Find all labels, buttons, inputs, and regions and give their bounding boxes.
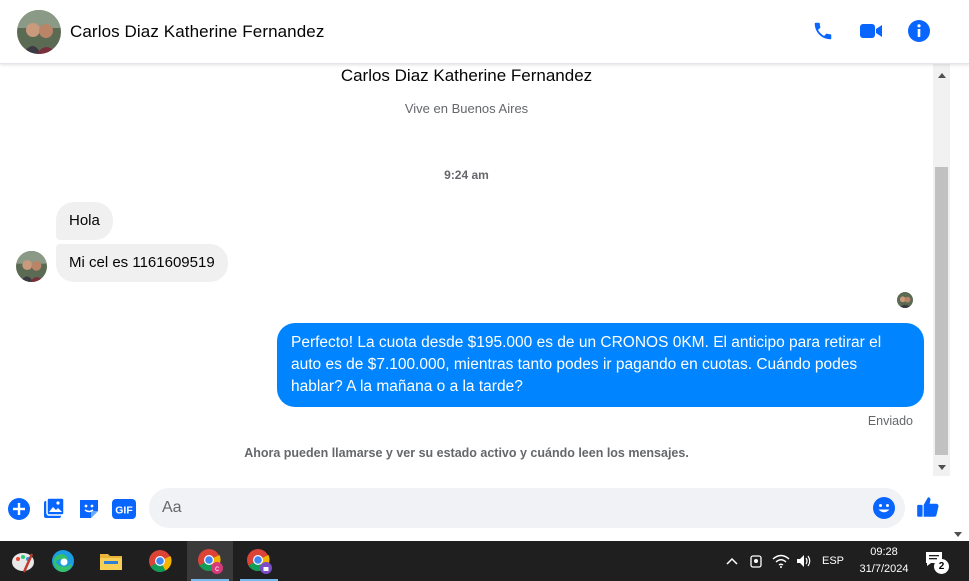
plus-icon[interactable] xyxy=(7,497,31,521)
scroll-down-arrow-icon[interactable] xyxy=(933,459,950,476)
scroll-up-arrow-icon[interactable] xyxy=(933,66,950,83)
contact-name[interactable]: Carlos Diaz Katherine Fernandez xyxy=(70,22,324,42)
system-clock[interactable]: 09:28 31/7/2024 xyxy=(852,544,916,578)
message-timestamp: 9:24 am xyxy=(444,168,489,182)
meet-now-icon[interactable] xyxy=(746,541,766,581)
notification-center[interactable]: 2 xyxy=(924,549,950,575)
profile-name: Carlos Diaz Katherine Fernandez xyxy=(340,66,593,85)
scrollbar[interactable] xyxy=(933,64,950,476)
message-list[interactable]: Carlos Diaz Katherine Fernandez Vive en … xyxy=(0,64,933,474)
wifi-icon[interactable] xyxy=(770,541,792,581)
message-input[interactable] xyxy=(162,488,862,528)
chrome-profile-c-icon[interactable]: c xyxy=(187,541,233,581)
language-indicator[interactable]: ESP xyxy=(818,541,848,581)
message-composer: GIF xyxy=(0,476,969,538)
gif-icon[interactable]: GIF xyxy=(111,497,137,521)
thumbs-up-icon[interactable] xyxy=(915,494,941,520)
read-receipt-avatar xyxy=(897,292,913,308)
incoming-message[interactable]: Mi cel es 1161609519 xyxy=(56,244,228,282)
svg-text:GIF: GIF xyxy=(115,505,133,517)
image-icon[interactable] xyxy=(42,497,66,521)
info-icon[interactable] xyxy=(907,17,931,45)
tray-chevron-up-icon[interactable] xyxy=(722,541,742,581)
chrome-icon[interactable] xyxy=(137,541,183,581)
chrome-profile-lock-icon[interactable] xyxy=(236,541,282,581)
messenger-window: Carlos Diaz Katherine Fernandez Carlos D… xyxy=(0,0,969,581)
phone-icon[interactable] xyxy=(811,17,835,45)
sticker-icon[interactable] xyxy=(77,497,101,521)
sender-avatar[interactable] xyxy=(16,251,47,282)
incoming-message[interactable]: Hola xyxy=(56,202,113,240)
privacy-notice: Ahora pueden llamarse y ver su estado ac… xyxy=(244,446,689,460)
video-icon[interactable] xyxy=(859,17,883,45)
svg-text:c: c xyxy=(215,564,219,573)
edge-browser-icon[interactable] xyxy=(40,541,86,581)
notification-count-badge: 2 xyxy=(934,559,949,574)
emoji-icon[interactable] xyxy=(872,496,896,520)
message-input-box[interactable] xyxy=(149,488,905,528)
profile-location: Vive en Buenos Aires xyxy=(404,101,529,116)
file-explorer-icon[interactable] xyxy=(88,541,134,581)
volume-icon[interactable] xyxy=(794,541,814,581)
outgoing-message[interactable]: Perfecto! La cuota desde $195.000 es de … xyxy=(277,323,924,407)
taskbar: c ESP 09:28 31/7/2024 2 xyxy=(0,541,969,581)
clock-date: 31/7/2024 xyxy=(859,563,909,575)
scrollbar-thumb[interactable] xyxy=(935,167,948,455)
chat-header: Carlos Diaz Katherine Fernandez xyxy=(0,0,969,64)
sent-status: Enviado xyxy=(867,414,913,428)
clock-time: 09:28 xyxy=(870,546,898,558)
contact-avatar[interactable] xyxy=(17,9,61,54)
header-actions xyxy=(811,17,931,45)
composer-scroll-arrow-icon xyxy=(953,526,963,537)
